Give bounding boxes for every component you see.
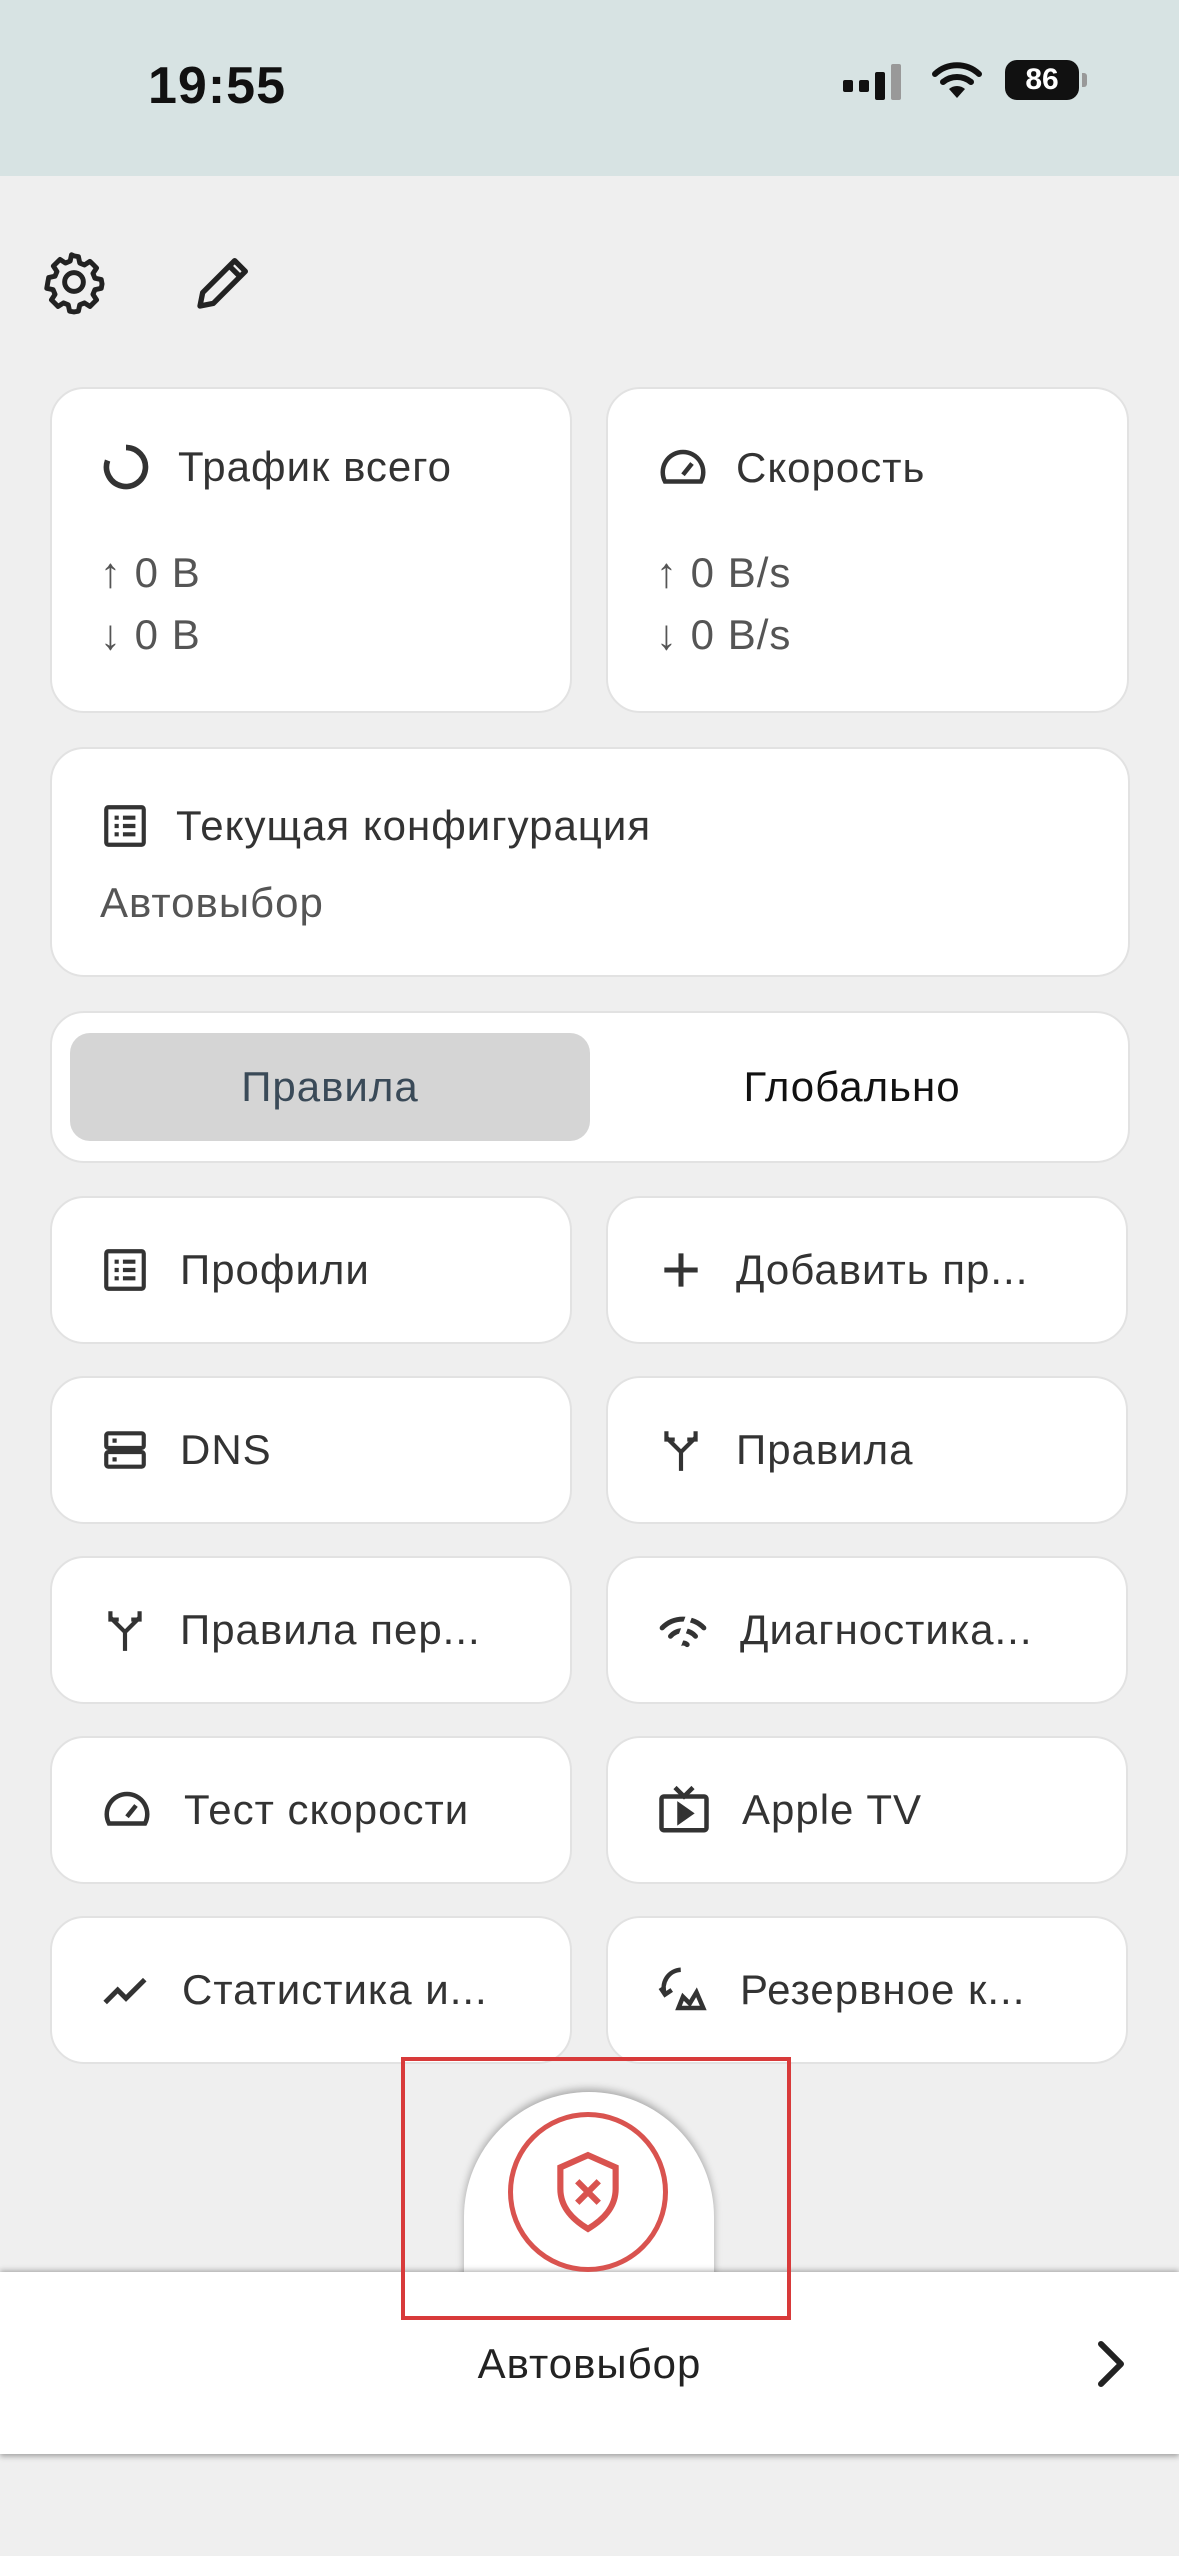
tile-override-rules[interactable]: Правила пер...	[50, 1556, 572, 1704]
tile-label: Правила пер...	[180, 1606, 481, 1653]
config-card-title: Текущая конфигурация	[100, 801, 651, 851]
tile-statistics[interactable]: Статистика и...	[50, 1916, 572, 2064]
traffic-up: ↑ 0 B	[100, 549, 201, 596]
highlight-box	[401, 2057, 791, 2320]
tile-backup[interactable]: Резервное к...	[606, 1916, 1128, 2064]
wifi-icon	[932, 62, 982, 98]
status-bar: 19:55 86	[0, 0, 1179, 176]
gear-icon	[44, 252, 105, 315]
signal-icon	[659, 1612, 707, 1652]
tile-dns[interactable]: DNS	[50, 1376, 572, 1524]
speed-card: Скорость ↑ 0 B/s ↓ 0 B/s	[606, 387, 1129, 713]
tile-label: Apple TV	[742, 1786, 922, 1833]
chevron-right-icon[interactable]	[1089, 2336, 1129, 2392]
mode-segmented-control: Правила Глобально	[50, 1011, 1130, 1163]
tv-icon	[659, 1785, 709, 1833]
tile-label: Резервное к...	[740, 1966, 1026, 2013]
status-icons: 86	[843, 60, 1087, 100]
battery-indicator: 86	[1005, 60, 1087, 100]
tile-label: Добавить пр...	[736, 1246, 1029, 1293]
tile-label: Статистика и...	[182, 1966, 488, 2013]
tile-label: Тест скорости	[184, 1786, 470, 1833]
fork-icon	[664, 1431, 698, 1471]
tile-add-profile[interactable]: Добавить пр...	[606, 1196, 1128, 1344]
tile-label: Правила	[736, 1426, 914, 1473]
tile-diagnostics[interactable]: Диагностика...	[606, 1556, 1128, 1704]
trend-icon	[103, 1977, 147, 2005]
pencil-icon	[197, 258, 248, 309]
plus-icon	[664, 1253, 698, 1287]
cellular-signal-icon	[843, 64, 901, 100]
config-value: Автовыбор	[100, 879, 324, 926]
speed-down: ↓ 0 B/s	[656, 611, 792, 658]
list-icon	[104, 1249, 146, 1291]
traffic-card-title: Трафик всего	[100, 441, 452, 493]
server-icon	[104, 1431, 146, 1469]
tile-label: Диагностика...	[740, 1606, 1033, 1653]
traffic-card: Трафик всего ↑ 0 B ↓ 0 B	[50, 387, 572, 713]
config-title-text: Текущая конфигурация	[176, 802, 652, 849]
speed-card-title: Скорость	[656, 441, 925, 495]
speed-title-text: Скорость	[736, 444, 926, 491]
tile-label: DNS	[180, 1426, 272, 1473]
tile-profiles[interactable]: Профили	[50, 1196, 572, 1344]
speedometer-icon	[104, 1791, 150, 1826]
speed-up: ↑ 0 B/s	[656, 549, 792, 596]
bottom-selected-profile[interactable]: Автовыбор	[0, 2340, 1179, 2388]
tile-speed-test[interactable]: Тест скорости	[50, 1736, 572, 1884]
status-time: 19:55	[148, 57, 286, 115]
settings-button[interactable]	[38, 246, 110, 318]
battery-level: 86	[1025, 63, 1059, 96]
traffic-title-text: Трафик всего	[178, 443, 453, 490]
traffic-down: ↓ 0 B	[100, 611, 201, 658]
speedometer-icon	[660, 449, 706, 484]
edit-button[interactable]	[188, 246, 260, 318]
fork-icon	[108, 1611, 142, 1651]
tile-rules[interactable]: Правила	[606, 1376, 1128, 1524]
current-config-card[interactable]: Текущая конфигурация Автовыбор	[50, 747, 1130, 977]
backup-icon	[658, 1967, 707, 2011]
mode-rules-button[interactable]: Правила	[70, 1033, 590, 1141]
list-icon	[104, 805, 146, 847]
mode-global-button[interactable]: Глобально	[592, 1033, 1112, 1141]
tile-label: Профили	[180, 1246, 370, 1293]
loading-circle-icon	[103, 444, 149, 490]
tile-apple-tv[interactable]: Apple TV	[606, 1736, 1128, 1884]
